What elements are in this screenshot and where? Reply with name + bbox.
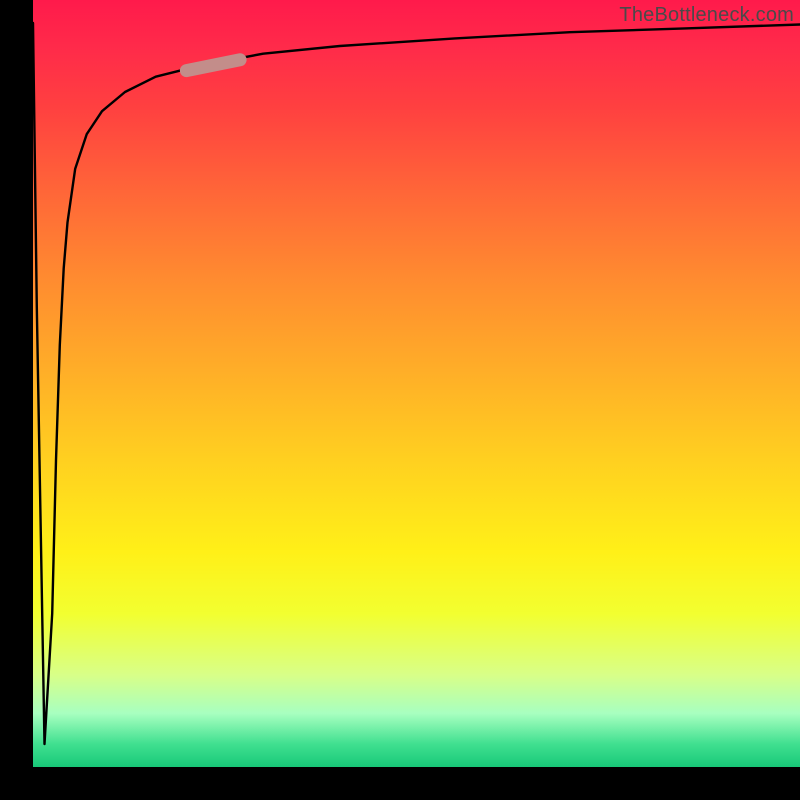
plot-area (33, 0, 800, 767)
chart-frame: TheBottleneck.com (0, 0, 800, 800)
